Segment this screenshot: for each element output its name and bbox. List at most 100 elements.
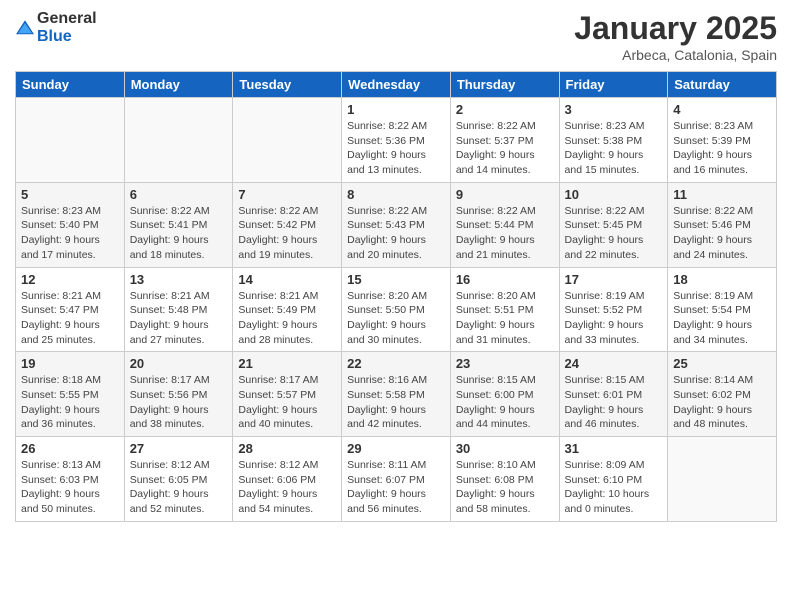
day-info: Sunrise: 8:23 AM Sunset: 5:38 PM Dayligh…	[565, 119, 663, 178]
calendar-week-row: 19 Sunrise: 8:18 AM Sunset: 5:55 PM Dayli…	[16, 352, 777, 437]
day-number: 11	[673, 187, 771, 202]
day-number: 9	[456, 187, 554, 202]
day-number: 23	[456, 356, 554, 371]
day-number: 18	[673, 272, 771, 287]
table-row: 2Sunrise: 8:22 AM Sunset: 5:37 PM Daylig…	[450, 98, 559, 183]
table-row: 4Sunrise: 8:23 AM Sunset: 5:39 PM Daylig…	[668, 98, 777, 183]
day-info: Sunrise: 8:21 AM Sunset: 5:49 PM Dayligh…	[238, 289, 336, 348]
day-info: Sunrise: 8:17 AM Sunset: 5:56 PM Dayligh…	[130, 373, 228, 432]
day-number: 12	[21, 272, 119, 287]
day-number: 29	[347, 441, 445, 456]
header-friday: Friday	[559, 72, 668, 98]
day-info: Sunrise: 8:21 AM Sunset: 5:47 PM Dayligh…	[21, 289, 119, 348]
table-row: 15 Sunrise: 8:20 AM Sunset: 5:50 PM Dayli…	[342, 267, 451, 352]
table-row: 31 Sunrise: 8:09 AM Sunset: 6:10 PM Dayli…	[559, 437, 668, 522]
calendar-table: Sunday Monday Tuesday Wednesday Thursday…	[15, 71, 777, 522]
table-row: 6Sunrise: 8:22 AM Sunset: 5:41 PM Daylig…	[124, 182, 233, 267]
day-info: Sunrise: 8:22 AM Sunset: 5:36 PM Dayligh…	[347, 119, 445, 178]
header-sunday: Sunday	[16, 72, 125, 98]
header-wednesday: Wednesday	[342, 72, 451, 98]
day-info: Sunrise: 8:20 AM Sunset: 5:50 PM Dayligh…	[347, 289, 445, 348]
weekday-header-row: Sunday Monday Tuesday Wednesday Thursday…	[16, 72, 777, 98]
logo: General Blue	[15, 10, 97, 46]
day-info: Sunrise: 8:19 AM Sunset: 5:54 PM Dayligh…	[673, 289, 771, 348]
day-number: 27	[130, 441, 228, 456]
table-row: 3 Sunrise: 8:23 AM Sunset: 5:38 PM Daylig…	[559, 98, 668, 183]
day-info: Sunrise: 8:20 AM Sunset: 5:51 PM Dayligh…	[456, 289, 554, 348]
header-thursday: Thursday	[450, 72, 559, 98]
day-info: Sunrise: 8:19 AM Sunset: 5:52 PM Dayligh…	[565, 289, 663, 348]
table-row: 24 Sunrise: 8:15 AM Sunset: 6:01 PM Dayli…	[559, 352, 668, 437]
day-number: 31	[565, 441, 663, 456]
table-row: 7Sunrise: 8:22 AM Sunset: 5:42 PM Daylig…	[233, 182, 342, 267]
day-info: Sunrise: 8:22 AM Sunset: 5:45 PM Dayligh…	[565, 204, 663, 263]
table-row: 20 Sunrise: 8:17 AM Sunset: 5:56 PM Dayli…	[124, 352, 233, 437]
table-row: 14 Sunrise: 8:21 AM Sunset: 5:49 PM Dayli…	[233, 267, 342, 352]
day-info: Sunrise: 8:16 AM Sunset: 5:58 PM Dayligh…	[347, 373, 445, 432]
day-number: 10	[565, 187, 663, 202]
page-container: General Blue January 2025 Arbeca, Catalo…	[0, 0, 792, 532]
day-info: Sunrise: 8:22 AM Sunset: 5:43 PM Dayligh…	[347, 204, 445, 263]
day-number: 25	[673, 356, 771, 371]
table-row: 26Sunrise: 8:13 AM Sunset: 6:03 PM Dayli…	[16, 437, 125, 522]
day-info: Sunrise: 8:23 AM Sunset: 5:40 PM Dayligh…	[21, 204, 119, 263]
day-info: Sunrise: 8:09 AM Sunset: 6:10 PM Dayligh…	[565, 458, 663, 517]
day-number: 1	[347, 102, 445, 117]
table-row: 27Sunrise: 8:12 AM Sunset: 6:05 PM Dayli…	[124, 437, 233, 522]
day-info: Sunrise: 8:22 AM Sunset: 5:44 PM Dayligh…	[456, 204, 554, 263]
day-info: Sunrise: 8:12 AM Sunset: 6:06 PM Dayligh…	[238, 458, 336, 517]
day-number: 14	[238, 272, 336, 287]
day-number: 7	[238, 187, 336, 202]
table-row: 21Sunrise: 8:17 AM Sunset: 5:57 PM Dayli…	[233, 352, 342, 437]
calendar-week-row: 1 Sunrise: 8:22 AM Sunset: 5:36 PM Daylig…	[16, 98, 777, 183]
day-number: 30	[456, 441, 554, 456]
header-row: General Blue January 2025 Arbeca, Catalo…	[15, 10, 777, 63]
table-row: 22 Sunrise: 8:16 AM Sunset: 5:58 PM Dayli…	[342, 352, 451, 437]
table-row: 5Sunrise: 8:23 AM Sunset: 5:40 PM Daylig…	[16, 182, 125, 267]
table-row: 30 Sunrise: 8:10 AM Sunset: 6:08 PM Dayli…	[450, 437, 559, 522]
table-row: 23 Sunrise: 8:15 AM Sunset: 6:00 PM Dayli…	[450, 352, 559, 437]
day-number: 3	[565, 102, 663, 117]
day-info: Sunrise: 8:23 AM Sunset: 5:39 PM Dayligh…	[673, 119, 771, 178]
day-info: Sunrise: 8:13 AM Sunset: 6:03 PM Dayligh…	[21, 458, 119, 517]
header-saturday: Saturday	[668, 72, 777, 98]
day-number: 8	[347, 187, 445, 202]
table-row	[233, 98, 342, 183]
day-info: Sunrise: 8:14 AM Sunset: 6:02 PM Dayligh…	[673, 373, 771, 432]
month-title: January 2025	[574, 10, 777, 47]
table-row	[668, 437, 777, 522]
table-row: 9 Sunrise: 8:22 AM Sunset: 5:44 PM Daylig…	[450, 182, 559, 267]
table-row: 16Sunrise: 8:20 AM Sunset: 5:51 PM Dayli…	[450, 267, 559, 352]
day-info: Sunrise: 8:22 AM Sunset: 5:46 PM Dayligh…	[673, 204, 771, 263]
logo-general: General	[37, 10, 97, 27]
table-row	[124, 98, 233, 183]
calendar-week-row: 26Sunrise: 8:13 AM Sunset: 6:03 PM Dayli…	[16, 437, 777, 522]
day-number: 20	[130, 356, 228, 371]
table-row: 11 Sunrise: 8:22 AM Sunset: 5:46 PM Dayli…	[668, 182, 777, 267]
day-info: Sunrise: 8:15 AM Sunset: 6:00 PM Dayligh…	[456, 373, 554, 432]
day-number: 24	[565, 356, 663, 371]
title-section: January 2025 Arbeca, Catalonia, Spain	[574, 10, 777, 63]
day-number: 22	[347, 356, 445, 371]
day-info: Sunrise: 8:10 AM Sunset: 6:08 PM Dayligh…	[456, 458, 554, 517]
location: Arbeca, Catalonia, Spain	[574, 47, 777, 63]
day-info: Sunrise: 8:18 AM Sunset: 5:55 PM Dayligh…	[21, 373, 119, 432]
day-number: 15	[347, 272, 445, 287]
day-number: 19	[21, 356, 119, 371]
table-row: 19 Sunrise: 8:18 AM Sunset: 5:55 PM Dayli…	[16, 352, 125, 437]
table-row: 25 Sunrise: 8:14 AM Sunset: 6:02 PM Dayli…	[668, 352, 777, 437]
table-row: 8 Sunrise: 8:22 AM Sunset: 5:43 PM Daylig…	[342, 182, 451, 267]
table-row: 28Sunrise: 8:12 AM Sunset: 6:06 PM Dayli…	[233, 437, 342, 522]
day-info: Sunrise: 8:15 AM Sunset: 6:01 PM Dayligh…	[565, 373, 663, 432]
day-info: Sunrise: 8:22 AM Sunset: 5:41 PM Dayligh…	[130, 204, 228, 263]
header-tuesday: Tuesday	[233, 72, 342, 98]
table-row: 12 Sunrise: 8:21 AM Sunset: 5:47 PM Dayli…	[16, 267, 125, 352]
table-row: 1 Sunrise: 8:22 AM Sunset: 5:36 PM Daylig…	[342, 98, 451, 183]
table-row	[16, 98, 125, 183]
table-row: 10 Sunrise: 8:22 AM Sunset: 5:45 PM Dayli…	[559, 182, 668, 267]
logo-text: General Blue	[37, 10, 97, 46]
day-info: Sunrise: 8:11 AM Sunset: 6:07 PM Dayligh…	[347, 458, 445, 517]
day-number: 13	[130, 272, 228, 287]
table-row: 17Sunrise: 8:19 AM Sunset: 5:52 PM Dayli…	[559, 267, 668, 352]
table-row: 13Sunrise: 8:21 AM Sunset: 5:48 PM Dayli…	[124, 267, 233, 352]
